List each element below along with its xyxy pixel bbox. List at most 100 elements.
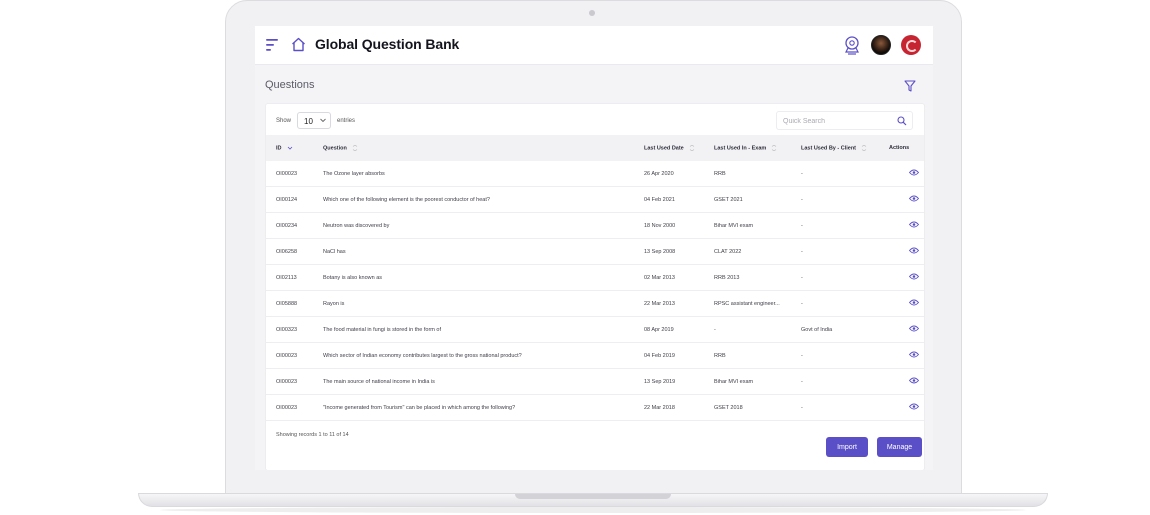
cell-exam: Bihar MVI exam — [704, 368, 791, 395]
cell-actions — [879, 368, 924, 395]
laptop-shadow — [160, 507, 1026, 513]
column-header-actions: Actions — [879, 135, 924, 161]
table-row[interactable]: OI00323 The food material in fungi is sto… — [266, 316, 924, 343]
cell-date: 04 Feb 2021 — [634, 186, 704, 213]
menu-icon[interactable] — [266, 39, 279, 51]
table-row[interactable]: OI00124 Which one of the following elemen… — [266, 186, 924, 213]
cell-question: Neutron was discovered by — [313, 212, 634, 239]
cell-exam: CLAT 2022 — [704, 238, 791, 265]
cell-actions — [879, 290, 924, 317]
column-header-question[interactable]: Question — [313, 135, 634, 161]
cell-actions — [879, 394, 924, 421]
table-row[interactable]: OI00234 Neutron was discovered by 18 Nov 2… — [266, 212, 924, 239]
sort-icon — [689, 144, 694, 151]
column-header-last-used-client[interactable]: Last Used By - Client — [791, 135, 879, 161]
table-row[interactable]: OI02113 Botany is also known as 02 Mar 201… — [266, 264, 924, 291]
cell-date: 18 Nov 2000 — [634, 212, 704, 239]
bulb-icon[interactable] — [843, 35, 861, 55]
table-row[interactable]: OI00023 The main source of national incom… — [266, 368, 924, 395]
cell-date: 22 Mar 2018 — [634, 394, 704, 421]
sort-icon — [352, 144, 358, 151]
table-row[interactable]: OI00023 The Ozone layer absorbs 26 Apr 202… — [266, 161, 924, 187]
cell-date: 26 Apr 2020 — [634, 161, 704, 187]
cell-question: The food material in fungi is stored in … — [313, 316, 634, 343]
cell-question: Rayon is — [313, 290, 634, 317]
cell-client: - — [791, 342, 879, 369]
laptop-notch — [515, 494, 671, 499]
app-screen: Global Question Bank Questions Show 10 e… — [255, 26, 933, 470]
eye-icon[interactable] — [909, 221, 919, 228]
eye-icon[interactable] — [909, 403, 919, 410]
cell-client: - — [791, 368, 879, 395]
cell-client: - — [791, 290, 879, 317]
cell-exam: RPSC assistant engineer... — [704, 290, 791, 317]
cell-actions — [879, 186, 924, 213]
import-button[interactable]: Import — [826, 437, 868, 457]
entries-select[interactable]: 10 — [297, 112, 331, 129]
records-summary: Showing records 1 to 11 of 14 — [276, 432, 349, 438]
eye-icon[interactable] — [909, 299, 919, 306]
brand-icon[interactable] — [901, 35, 921, 55]
table-row[interactable]: OI06258 NaCl has 13 Sep 2008 CLAT 2022- — [266, 238, 924, 265]
chevron-down-icon — [320, 118, 326, 123]
show-label: Show — [276, 118, 292, 124]
cell-question: Botany is also known as — [313, 264, 634, 291]
table-row[interactable]: OI00023 "Income generated from Tourism" c… — [266, 394, 924, 421]
search-input[interactable] — [783, 115, 887, 127]
eye-icon[interactable] — [909, 351, 919, 358]
eye-icon[interactable] — [909, 377, 919, 384]
table-row[interactable]: OI05888 Rayon is 22 Mar 2013 RPSC assistant… — [266, 290, 924, 317]
search-box — [776, 111, 913, 130]
cell-client: Govt of India — [791, 316, 879, 343]
column-header-id[interactable]: ID — [266, 135, 313, 161]
cell-actions — [879, 212, 924, 239]
laptop-camera — [589, 10, 595, 16]
eye-icon[interactable] — [909, 325, 919, 332]
cell-date: 02 Mar 2013 — [634, 264, 704, 291]
home-icon[interactable] — [291, 37, 306, 52]
cell-exam: RRB 2013 — [704, 264, 791, 291]
eye-icon[interactable] — [909, 169, 919, 176]
column-header-last-used-date[interactable]: Last Used Date — [634, 135, 704, 161]
cell-question: "Income generated from Tourism" can be p… — [313, 394, 634, 421]
avatar[interactable] — [871, 35, 891, 55]
cell-id: OI00234 — [266, 212, 313, 239]
cell-exam: Bihar MVI exam — [704, 212, 791, 239]
cell-date: 22 Mar 2013 — [634, 290, 704, 317]
cell-client: - — [791, 264, 879, 291]
sort-icon — [772, 144, 777, 151]
cell-actions — [879, 238, 924, 265]
table-header: ID Question Last Used Date Last Used In … — [266, 135, 924, 161]
cell-id: OI00023 — [266, 368, 313, 395]
manage-button[interactable]: Manage — [877, 437, 922, 457]
eye-icon[interactable] — [909, 273, 919, 280]
entries-value: 10 — [304, 117, 313, 126]
cell-question: The main source of national income in In… — [313, 368, 634, 395]
filter-icon[interactable] — [899, 76, 921, 96]
search-icon[interactable] — [897, 116, 907, 126]
cell-exam: RRB — [704, 342, 791, 369]
column-header-last-used-exam[interactable]: Last Used In - Exam — [704, 135, 791, 161]
eye-icon[interactable] — [909, 247, 919, 254]
cell-question: NaCl has — [313, 238, 634, 265]
page-title: Global Question Bank — [315, 36, 460, 52]
cell-actions — [879, 161, 924, 187]
cell-actions — [879, 264, 924, 291]
questions-table: ID Question Last Used Date Last Used In … — [266, 135, 924, 421]
cell-date: 04 Feb 2019 — [634, 342, 704, 369]
cell-exam: - — [704, 316, 791, 343]
top-bar: Global Question Bank — [255, 26, 933, 65]
cell-id: OI00323 — [266, 316, 313, 343]
cell-id: OI00023 — [266, 342, 313, 369]
eye-icon[interactable] — [909, 195, 919, 202]
cell-exam: GSET 2018 — [704, 394, 791, 421]
cell-id: OI00124 — [266, 186, 313, 213]
cell-date: 13 Sep 2019 — [634, 368, 704, 395]
cell-client: - — [791, 212, 879, 239]
section-title: Questions — [265, 79, 315, 91]
cell-client: - — [791, 238, 879, 265]
sort-icon — [861, 144, 867, 151]
cell-id: OI06258 — [266, 238, 313, 265]
sort-icon — [287, 146, 292, 150]
table-row[interactable]: OI00023 Which sector of Indian economy co… — [266, 342, 924, 369]
